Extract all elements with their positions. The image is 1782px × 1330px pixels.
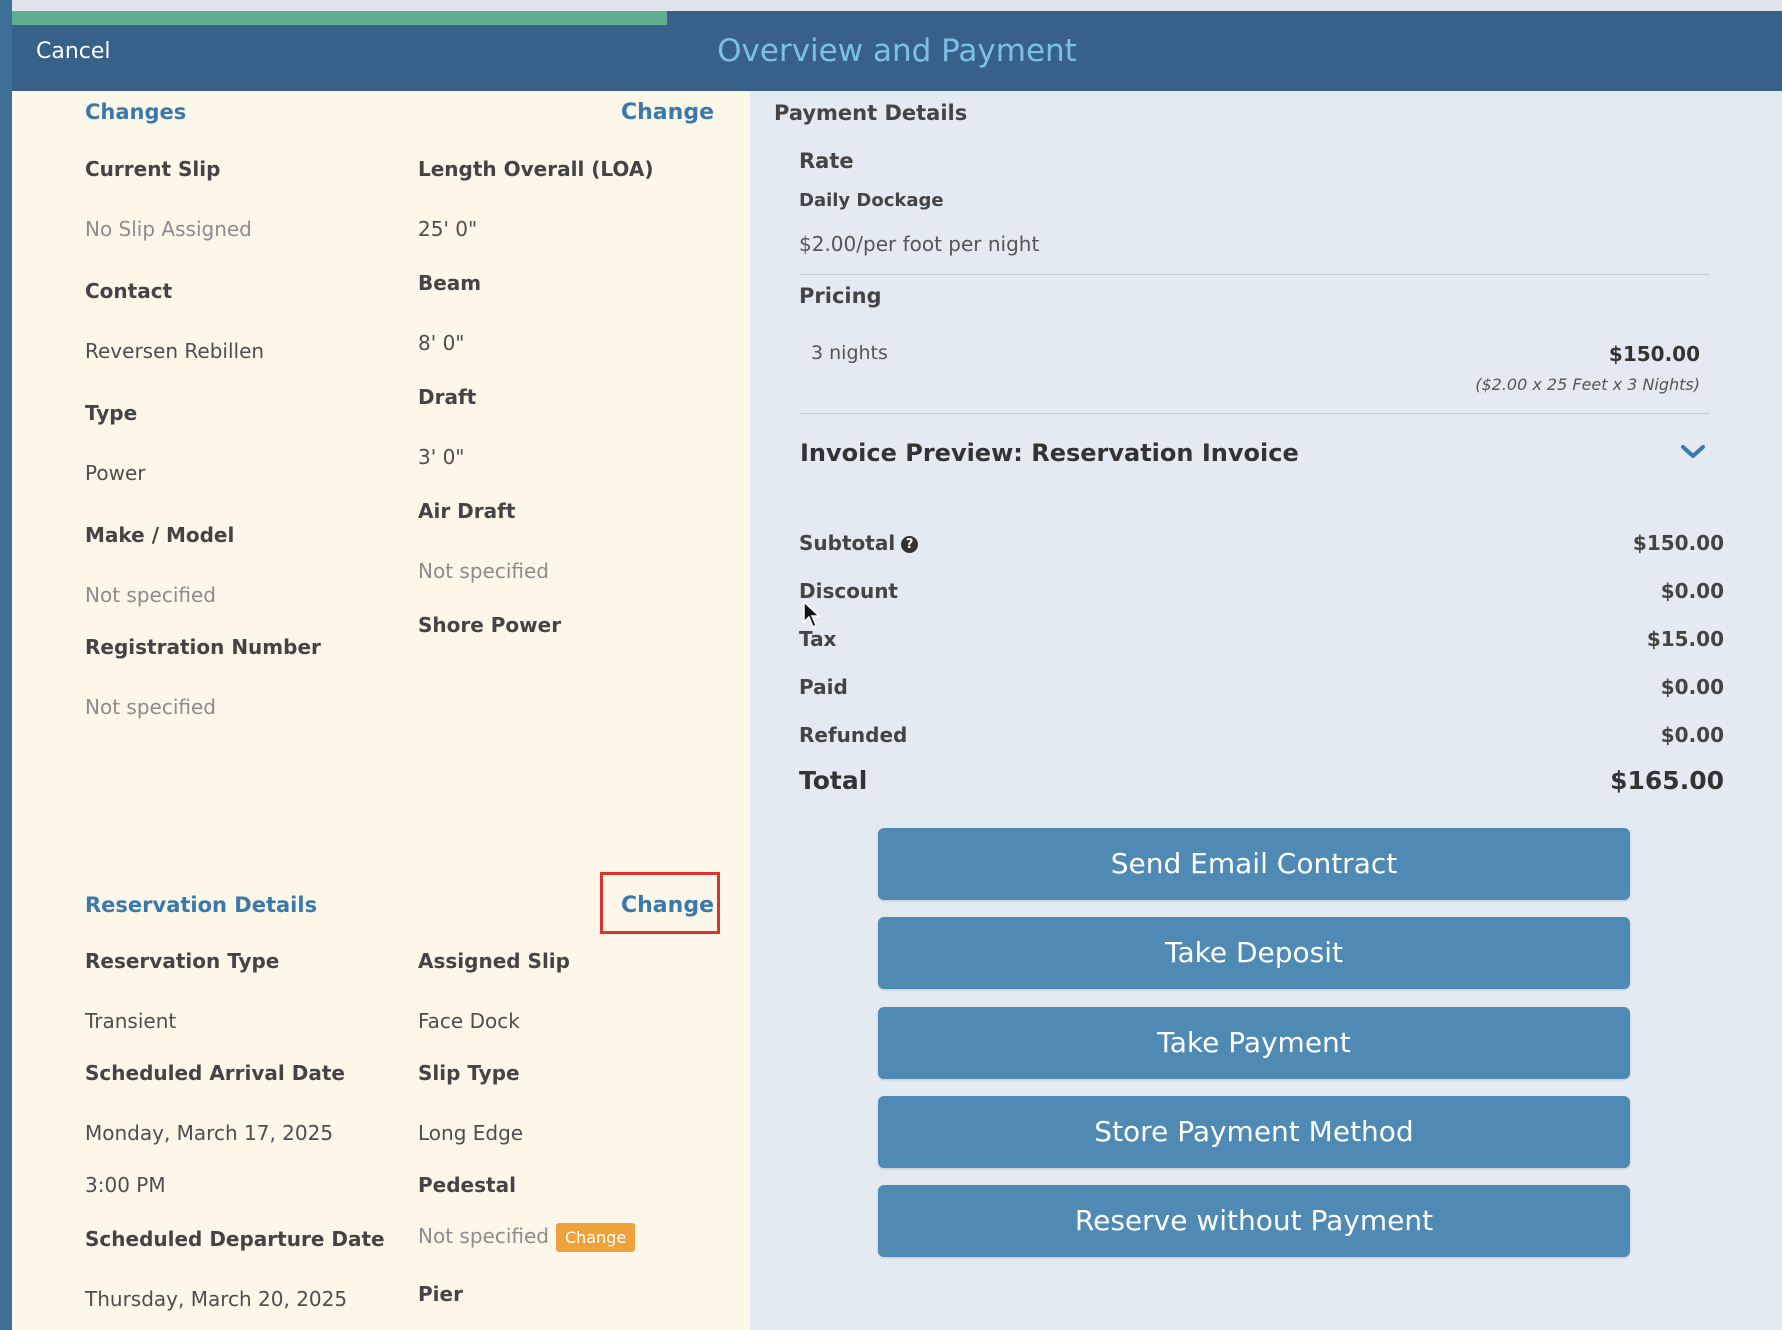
right-panel: Payment Details Rate Daily Dockage $2.00…: [750, 91, 1782, 1330]
air-draft-label: Air Draft: [418, 499, 516, 523]
reserve-without-payment-button[interactable]: Reserve without Payment: [878, 1185, 1630, 1257]
draft-label: Draft: [418, 385, 477, 409]
arrival-date: Monday, March 17, 2025: [85, 1121, 334, 1145]
store-payment-method-button[interactable]: Store Payment Method: [878, 1096, 1630, 1168]
arrival-time: 3:00 PM: [85, 1173, 166, 1197]
payment-details-title: Payment Details: [774, 101, 968, 125]
departure-date: Thursday, March 20, 2025: [85, 1287, 348, 1311]
beam-value: 8' 0": [418, 331, 465, 355]
take-payment-button[interactable]: Take Payment: [878, 1007, 1630, 1079]
window-top-strip: [0, 0, 1782, 11]
beam-label: Beam: [418, 271, 482, 295]
progress-bar: [12, 11, 1782, 25]
left-edge-bar: [0, 0, 12, 1330]
pedestal-change-button[interactable]: Change: [555, 1223, 636, 1252]
shore-power-label: Shore Power: [418, 613, 562, 637]
rate-label: Rate: [799, 149, 854, 173]
chevron-down-icon[interactable]: [1680, 443, 1706, 461]
pricing-label: Pricing: [799, 284, 882, 308]
rate-value: $2.00/per foot per night: [799, 232, 1040, 256]
changes-change-link[interactable]: Change: [621, 100, 714, 125]
assigned-slip-label: Assigned Slip: [418, 949, 570, 973]
divider: [799, 413, 1710, 414]
subtotal-value: $150.00: [1632, 531, 1724, 555]
changes-section-title: Changes: [85, 100, 187, 124]
header-bar: Cancel Overview and Payment: [12, 25, 1782, 91]
reservation-type-label: Reservation Type: [85, 949, 280, 973]
air-draft-value: Not specified: [418, 559, 549, 583]
make-model-value: Not specified: [85, 583, 216, 607]
refunded-value: $0.00: [1660, 723, 1724, 747]
left-panel: Changes Change Current Slip No Slip Assi…: [12, 91, 750, 1330]
pier-label: Pier: [418, 1282, 463, 1306]
discount-value: $0.00: [1660, 579, 1724, 603]
refunded-label: Refunded: [799, 723, 908, 747]
slip-type-value: Long Edge: [418, 1121, 524, 1145]
registration-value: Not specified: [85, 695, 216, 719]
pedestal-value: Not specified: [418, 1224, 549, 1248]
progress-bar-fill: [12, 11, 667, 25]
registration-label: Registration Number: [85, 635, 321, 659]
arrival-label: Scheduled Arrival Date: [85, 1061, 345, 1085]
paid-label: Paid: [799, 675, 848, 699]
mouse-cursor-icon: [803, 600, 821, 629]
tax-value: $15.00: [1646, 627, 1724, 651]
current-slip-value: No Slip Assigned: [85, 217, 252, 241]
contact-value: Reversen Rebillen: [85, 339, 265, 363]
pedestal-label: Pedestal: [418, 1173, 516, 1197]
total-value: $165.00: [1610, 766, 1724, 795]
type-label: Type: [85, 401, 138, 425]
help-icon[interactable]: ?: [901, 536, 919, 553]
total-label: Total: [799, 766, 868, 795]
calc-note: ($2.00 x 25 Feet x 3 Nights): [1475, 375, 1700, 394]
nights-amount: $150.00: [1608, 342, 1700, 366]
paid-value: $0.00: [1660, 675, 1724, 699]
reservation-section-title: Reservation Details: [85, 893, 318, 917]
current-slip-label: Current Slip: [85, 157, 221, 181]
slip-type-label: Slip Type: [418, 1061, 520, 1085]
draft-value: 3' 0": [418, 445, 465, 469]
nights-label: 3 nights: [811, 342, 888, 364]
departure-label: Scheduled Departure Date: [85, 1227, 385, 1251]
subtotal-label: Subtotal: [799, 531, 896, 555]
page-title: Overview and Payment: [717, 33, 1077, 69]
loa-value: 25' 0": [418, 217, 478, 241]
pedestal-row: Not specified Change: [418, 1223, 636, 1252]
contact-label: Contact: [85, 279, 173, 303]
rate-name: Daily Dockage: [799, 190, 944, 211]
loa-label: Length Overall (LOA): [418, 157, 654, 181]
tax-label: Tax: [799, 627, 837, 651]
take-deposit-button[interactable]: Take Deposit: [878, 917, 1630, 989]
type-value: Power: [85, 461, 146, 485]
reservation-type-value: Transient: [85, 1009, 177, 1033]
assigned-slip-value: Face Dock: [418, 1009, 520, 1033]
make-model-label: Make / Model: [85, 523, 235, 547]
invoice-preview-toggle[interactable]: Invoice Preview: Reservation Invoice: [800, 439, 1299, 467]
highlight-box: [600, 872, 720, 934]
divider: [799, 274, 1710, 275]
send-email-contract-button[interactable]: Send Email Contract: [878, 828, 1630, 900]
subtotal-row: Subtotal?: [799, 531, 919, 555]
